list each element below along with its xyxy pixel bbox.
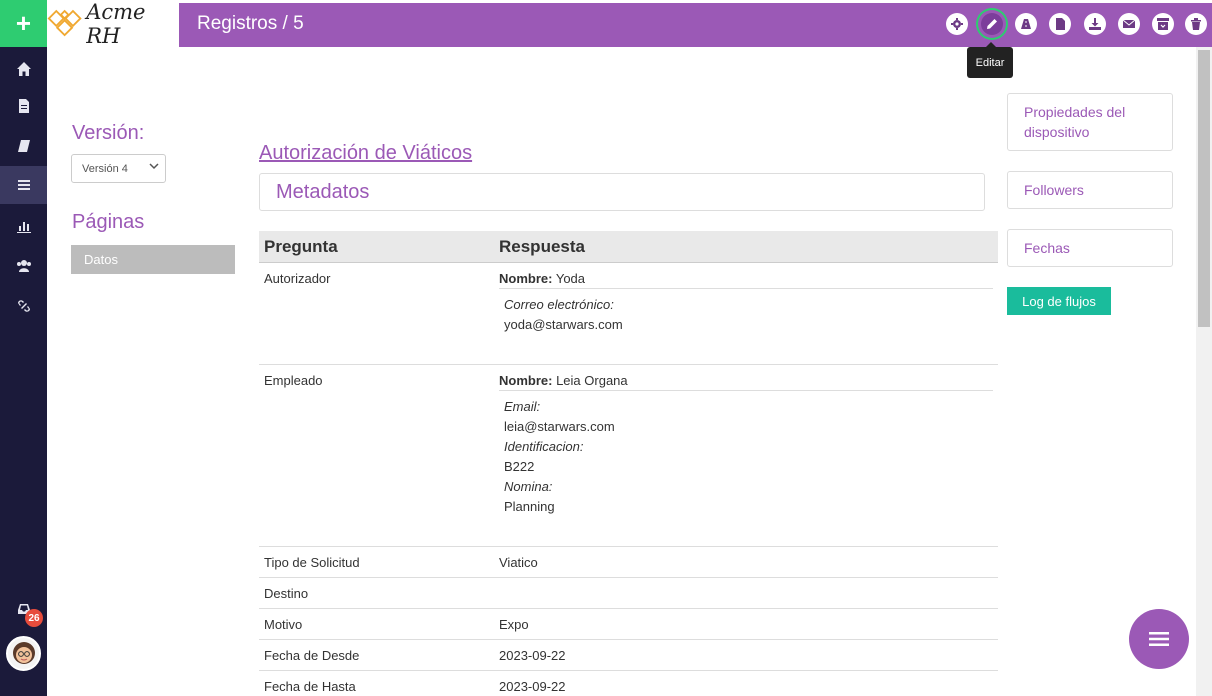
metadata-section[interactable]: Metadatos (259, 173, 985, 211)
field-label: Nombre: (499, 271, 553, 286)
document-icon[interactable] (0, 87, 47, 125)
file-icon[interactable] (1049, 13, 1071, 35)
table-row: Fecha de Hasta 2023-09-22 (259, 671, 998, 696)
version-select[interactable]: Versión 4 (71, 154, 166, 183)
dates-button[interactable]: Fechas (1007, 229, 1173, 267)
table-row: Autorizador Nombre: Yoda Correo electrón… (259, 263, 998, 365)
table-row: Empleado Nombre: Leia Organa Email: leia… (259, 365, 998, 547)
column-header-question: Pregunta (264, 237, 338, 256)
add-icon[interactable]: + (0, 0, 47, 47)
table-row: Tipo de Solicitud Viatico (259, 547, 998, 578)
field-value: Leia Organa (556, 373, 628, 388)
page-title: Registros / 5 (197, 13, 304, 34)
device-properties-button[interactable]: Propiedades del dispositivo (1007, 93, 1173, 151)
table-row: Fecha de Desde 2023-09-22 (259, 640, 998, 671)
avatar[interactable] (6, 636, 41, 671)
answer-cell: Nombre: Leia Organa (499, 373, 628, 388)
download-icon[interactable] (1084, 13, 1106, 35)
field-label: Nomina: (504, 479, 553, 494)
answer-cell: Viatico (499, 555, 538, 570)
answer-cell: Expo (499, 617, 529, 632)
version-value: Versión 4 (82, 162, 128, 175)
question-cell: Destino (264, 586, 309, 601)
menu-icon (1149, 632, 1169, 646)
book-icon[interactable] (0, 127, 47, 165)
form-title-link[interactable]: Autorización de Viáticos (259, 142, 472, 165)
field-value: yoda@starwars.com (504, 317, 623, 332)
question-cell: Tipo de Solicitud (264, 555, 360, 570)
version-label: Versión: (72, 122, 145, 144)
table-row: Destino (259, 578, 998, 609)
answer-details: Email: leia@starwars.com Identificacion:… (499, 390, 993, 540)
question-cell: Motivo (264, 617, 303, 632)
scrollbar-thumb[interactable] (1198, 50, 1210, 327)
question-cell: Autorizador (264, 271, 331, 286)
page-item-datos[interactable]: Datos (71, 245, 235, 274)
field-value: Yoda (555, 271, 586, 286)
answer-cell: Nombre: Yoda (499, 271, 585, 286)
gear-icon[interactable] (946, 13, 968, 35)
field-value: B222 (504, 459, 535, 474)
table-row: Motivo Expo (259, 609, 998, 640)
answer-cell: 2023-09-22 (499, 679, 566, 694)
envelope-icon[interactable] (1118, 13, 1140, 35)
users-icon[interactable] (0, 247, 47, 285)
question-cell: Fecha de Desde (264, 648, 360, 663)
list-icon[interactable] (0, 166, 47, 204)
answer-details: Correo electrónico: yoda@starwars.com (499, 288, 993, 358)
archive-icon[interactable] (1152, 13, 1174, 35)
field-label: Nombre: (499, 373, 553, 388)
logo-icon (47, 9, 82, 36)
trash-icon[interactable] (1185, 13, 1207, 35)
metadata-title: Metadatos (276, 180, 370, 203)
chart-icon[interactable] (0, 207, 47, 245)
notification-badge: 26 (25, 609, 43, 627)
field-value: Planning (504, 499, 555, 514)
menu-fab-button[interactable] (1129, 609, 1189, 669)
pages-label: Páginas (72, 211, 145, 233)
link-icon[interactable] (0, 287, 47, 325)
chevron-down-icon (149, 163, 159, 170)
sidebar: + 26 (0, 0, 47, 696)
column-header-answer: Respuesta (499, 237, 585, 256)
home-icon[interactable] (0, 50, 47, 88)
field-label: Correo electrónico: (504, 297, 614, 312)
field-label: Identificacion: (504, 439, 584, 454)
field-label: Email: (504, 399, 541, 414)
pencil-icon[interactable] (981, 13, 1003, 35)
edit-tooltip: Editar (967, 42, 1013, 78)
logo-text: Acme RH (86, 0, 146, 48)
question-cell: Empleado (264, 373, 323, 388)
followers-button[interactable]: Followers (1007, 171, 1173, 209)
top-bar: Registros / 5 (179, 3, 1212, 47)
flow-log-button[interactable]: Log de flujos (1007, 287, 1111, 315)
answer-cell: 2023-09-22 (499, 648, 566, 663)
field-value: leia@starwars.com (504, 419, 615, 434)
question-cell: Fecha de Hasta (264, 679, 356, 694)
road-icon[interactable] (1015, 13, 1037, 35)
app-logo[interactable]: Acme RH (47, 0, 179, 48)
table-header: Pregunta Respuesta (259, 231, 998, 263)
